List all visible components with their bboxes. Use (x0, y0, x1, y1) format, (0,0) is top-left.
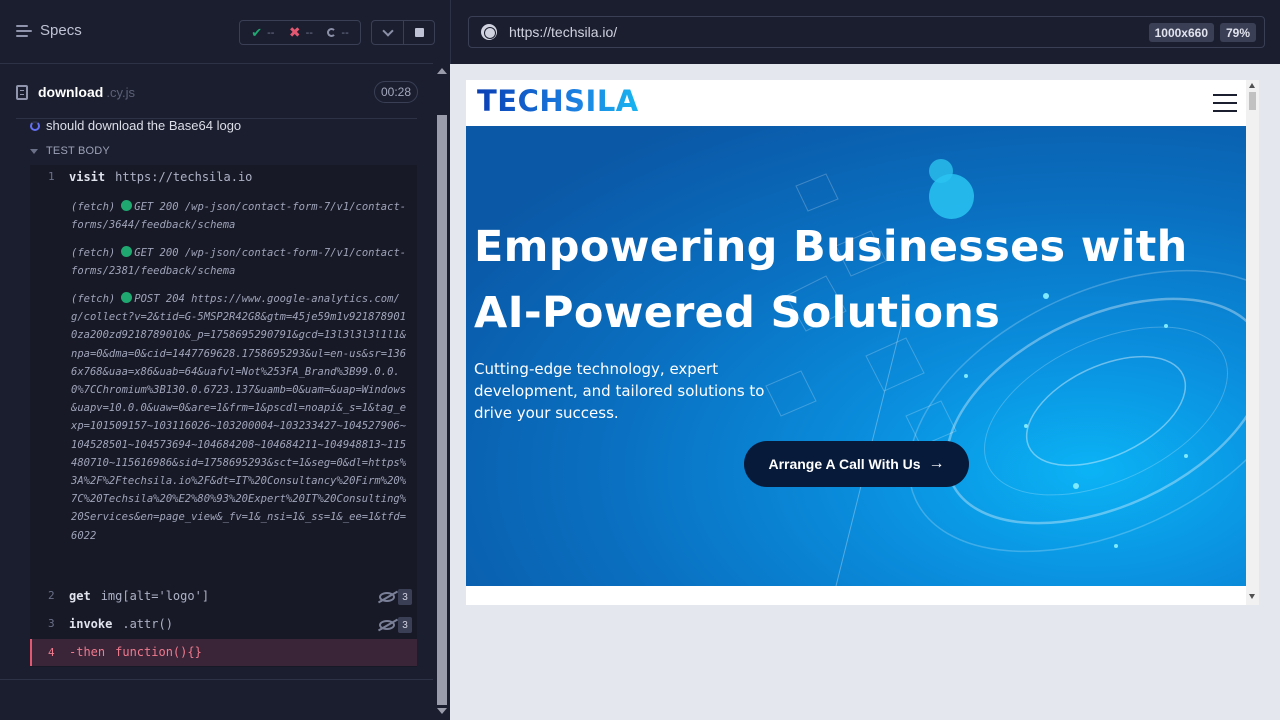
status-success-icon (121, 200, 133, 211)
hero-title: Empowering Businesses with AI-Powered So… (474, 222, 1188, 338)
reporter-scrollbar-thumb[interactable] (437, 115, 447, 705)
command-row[interactable]: 3 invoke .attr() 3 (30, 617, 417, 637)
specs-label: Specs (40, 22, 82, 39)
document-icon (16, 84, 28, 100)
viewport-badge[interactable]: 1000x660 (1148, 23, 1214, 42)
run-controls (371, 20, 435, 45)
divider (0, 679, 433, 680)
reporter-header: Specs ✔ -- ✖ -- -- (0, 0, 435, 64)
command-arg: https://techsila.io (115, 170, 253, 184)
zoom-badge: 79% (1219, 23, 1256, 42)
fetch-log[interactable]: (fetch) GET 200 /wp-json/contact-form-7/v… (71, 198, 411, 234)
status-success-icon (121, 292, 133, 303)
command-number: 1 (48, 170, 55, 183)
fetch-log[interactable]: (fetch) POST 204 https://www.google-analy… (71, 290, 411, 545)
element-count-badge: 3 (379, 589, 412, 605)
url-text: https://techsila.io/ (509, 24, 618, 40)
command-row-failed[interactable]: 4 -then function(){} (30, 639, 417, 666)
eye-slash-icon (379, 592, 395, 602)
passed-stat: ✔ -- (251, 24, 275, 40)
test-body-toggle[interactable]: TEST BODY (30, 145, 110, 157)
scroll-up-arrow-icon[interactable] (1249, 83, 1255, 88)
collapse-button[interactable] (372, 21, 403, 44)
command-number: 2 (48, 589, 55, 602)
test-body-label: TEST BODY (46, 145, 110, 157)
scroll-up-arrow-icon[interactable] (437, 68, 447, 74)
command-arg: .attr() (122, 617, 173, 631)
globe-icon (481, 24, 497, 40)
fetch-log[interactable]: (fetch) GET 200 /wp-json/contact-form-7/v… (71, 244, 411, 280)
command-number: 3 (48, 617, 55, 630)
test-stats: ✔ -- ✖ -- -- (239, 20, 361, 45)
spec-extension: .cy.js (106, 84, 135, 100)
hero-background-graphic (765, 173, 1246, 586)
command-row[interactable]: 2 get img[alt='logo'] 3 (30, 589, 417, 609)
aut-header: https://techsila.io/ 1000x660 79% (450, 0, 1280, 64)
arrow-right-icon: → (928, 455, 945, 472)
test-title: should download the Base64 logo (46, 118, 242, 133)
scroll-down-arrow-icon[interactable] (437, 708, 447, 714)
element-count-badge: 3 (379, 617, 412, 633)
site-navbar: TECHSILA (466, 80, 1246, 126)
hamburger-menu-icon[interactable] (1213, 94, 1237, 112)
hero-subtitle: Cutting-edge technology, expert developm… (474, 360, 765, 422)
scroll-down-arrow-icon[interactable] (1249, 594, 1255, 599)
website-frame: TECHSILA Empowering Businesses with AI-P… (466, 80, 1259, 605)
site-scrollbar-thumb[interactable] (1249, 92, 1256, 110)
x-icon: ✖ (288, 24, 301, 40)
stop-button[interactable] (403, 21, 434, 44)
command-arg: function(){} (115, 645, 202, 659)
site-logo[interactable]: TECHSILA (477, 84, 639, 118)
command-name: invoke .attr() (69, 617, 173, 631)
command-name: get img[alt='logo'] (69, 589, 210, 603)
pending-icon (327, 28, 337, 37)
app-under-test-pane: https://techsila.io/ 1000x660 79% TECHSI… (450, 0, 1280, 720)
command-name: -then function(){} (69, 645, 202, 659)
spec-row[interactable]: download .cy.js 00:28 (16, 78, 418, 106)
arrange-call-button[interactable]: Arrange A Call With Us → (744, 441, 969, 487)
chevron-down-icon (381, 24, 394, 37)
command-name: visit https://techsila.io (69, 170, 253, 184)
check-icon: ✔ (251, 24, 263, 40)
command-number: 4 (48, 646, 55, 659)
url-bar[interactable]: https://techsila.io/ 1000x660 79% (468, 16, 1265, 48)
command-row[interactable]: 1 visit https://techsila.io (30, 170, 417, 190)
command-arg: img[alt='logo'] (100, 589, 210, 603)
menu-icon (16, 24, 32, 37)
eye-slash-icon (379, 620, 395, 630)
cta-label: Arrange A Call With Us (768, 456, 921, 472)
spec-duration: 00:28 (373, 81, 418, 103)
failed-stat: ✖ -- (288, 24, 313, 40)
hero-section: Empowering Businesses with AI-Powered So… (466, 126, 1246, 586)
cypress-reporter: Specs ✔ -- ✖ -- -- download .cy.js 00:28 s… (0, 0, 450, 720)
running-spinner-icon (30, 120, 40, 131)
spec-name: download (38, 84, 104, 100)
decor-bubble (929, 174, 974, 219)
caret-down-icon (30, 148, 38, 154)
pending-stat: -- (327, 27, 349, 39)
command-log: 1 visit https://techsila.io (fetch) GET 20… (30, 165, 417, 667)
specs-button[interactable]: Specs (16, 22, 82, 39)
test-title-row[interactable]: should download the Base64 logo (30, 118, 241, 133)
site-scrollbar[interactable] (1246, 80, 1259, 605)
status-success-icon (121, 246, 133, 257)
stop-icon (414, 28, 424, 37)
